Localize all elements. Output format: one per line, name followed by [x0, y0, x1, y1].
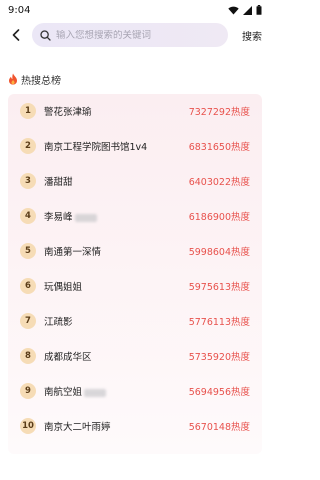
- section-title: 热搜总榜: [21, 75, 61, 87]
- ranking-row[interactable]: 7 江疏影 5776113热度: [8, 304, 262, 339]
- rank-badge: 8: [20, 348, 36, 365]
- rank-badge: 10: [20, 418, 36, 435]
- rank-badge: 1: [20, 103, 36, 120]
- rank-title: 潘甜甜: [44, 177, 73, 189]
- rank-title: 南通第一深情: [44, 247, 102, 259]
- rank-title-wrap: 李易峰: [44, 209, 97, 223]
- rank-badge: 9: [20, 383, 36, 400]
- ranking-row[interactable]: 5 南通第一深情 5998604热度: [8, 234, 262, 269]
- rank-score: 5735920热度: [188, 352, 250, 364]
- rank-score: 6831650热度: [188, 142, 250, 154]
- rank-title-wrap: 南航空姐: [44, 384, 107, 399]
- ranking-row[interactable]: 9 南航空姐 5694956热度: [8, 374, 262, 409]
- battery-icon: [256, 5, 262, 15]
- ranking-row[interactable]: 10 南京大二叶雨婷 5670148热度: [8, 409, 262, 444]
- back-arrow-icon: [12, 29, 20, 41]
- rank-badge: 4: [20, 208, 36, 225]
- rank-score: 5998604热度: [188, 247, 250, 259]
- rank-badge: 5: [20, 243, 36, 260]
- rank-title: 江疏影: [44, 317, 73, 329]
- rank-badge: 6: [20, 278, 36, 295]
- ranking-row[interactable]: 8 成都成华区 5735920热度: [8, 339, 262, 374]
- status-time: 9:04: [8, 4, 31, 16]
- rank-score: 5694956热度: [188, 387, 250, 399]
- wifi-icon: [228, 6, 239, 14]
- ranking-row[interactable]: 1 警花张津瑜 7327292热度: [8, 94, 262, 129]
- rank-title: 南京大二叶雨婷: [44, 422, 111, 434]
- rank-score: 6186900热度: [188, 212, 250, 224]
- rank-score: 5776113热度: [188, 317, 250, 329]
- rank-title: 成都成华区: [44, 352, 92, 364]
- rank-title: 警花张津瑜: [44, 107, 92, 119]
- blurred-text: [74, 213, 97, 222]
- rank-score: 5670148热度: [188, 422, 250, 434]
- rank-badge: 3: [20, 173, 36, 190]
- status-bar: 9:04: [0, 0, 270, 20]
- rank-title: 南京工程学院图书馆1v4: [44, 142, 148, 154]
- status-icons: [228, 5, 262, 15]
- search-button[interactable]: 搜索: [240, 24, 264, 47]
- back-button[interactable]: [6, 23, 26, 47]
- ranking-list: 1 警花张津瑜 7327292热度 2 南京工程学院图书馆1v4 6831650…: [8, 94, 262, 454]
- search-row: 搜索: [0, 20, 270, 50]
- ranking-row[interactable]: 2 南京工程学院图书馆1v4 6831650热度: [8, 129, 262, 164]
- signal-icon: [243, 5, 252, 15]
- rank-title: 李易峰: [44, 212, 73, 224]
- rank-score: 5975613热度: [188, 282, 250, 294]
- rank-badge: 7: [20, 313, 36, 330]
- search-input[interactable]: [56, 29, 206, 41]
- ranking-row[interactable]: 3 潘甜甜 6403022热度: [8, 164, 262, 199]
- ranking-row[interactable]: 6 玩偶姐姐 5975613热度: [8, 269, 262, 304]
- blurred-text: [84, 388, 107, 397]
- ranking-row[interactable]: 4 李易峰 6186900热度: [8, 199, 262, 234]
- fire-icon: [9, 73, 17, 85]
- section-header: 热搜总榜: [8, 72, 61, 87]
- search-icon: [40, 29, 51, 41]
- rank-score: 6403022热度: [188, 177, 250, 189]
- search-box[interactable]: [32, 23, 228, 47]
- rank-badge: 2: [20, 138, 36, 155]
- rank-title: 南航空姐: [44, 387, 83, 399]
- rank-title: 玩偶姐姐: [44, 282, 83, 294]
- rank-score: 7327292热度: [188, 107, 250, 119]
